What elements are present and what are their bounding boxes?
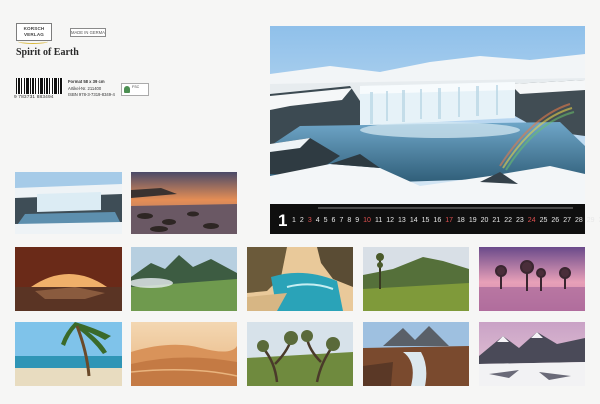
days-row: 1 2 3 4 5 6 7 8 9 10 11 12 13 14 15 16 17 18 19 20 21 22 23 24 2…	[292, 217, 600, 224]
calendar-day: 8	[347, 217, 352, 224]
month-number: 1	[278, 211, 288, 230]
thumbnail-lake-trees	[479, 247, 585, 311]
thumbnail-snowy-mountains	[479, 322, 585, 386]
logo-swoosh-icon	[18, 39, 48, 44]
calendar-day: 13	[398, 217, 406, 224]
thumbnail-mountain-stream	[363, 322, 469, 386]
calendar-day: 14	[409, 217, 418, 224]
thumbnail-rocky-beach-sunset	[131, 172, 237, 234]
calendar-day: 23	[516, 217, 524, 224]
calendar-day: 18	[457, 217, 465, 224]
calendar-day: 29	[586, 217, 595, 224]
logo-line2: VERLAG	[23, 31, 45, 37]
calendar-day: 16	[433, 217, 442, 224]
article-spec: Artikel-Nr. 211400	[68, 86, 102, 91]
calendar-day: 5	[323, 217, 328, 224]
fsc-tree-icon	[124, 86, 130, 93]
calendar-day: 7	[339, 217, 344, 224]
calendar-day: 22	[504, 217, 512, 224]
calendar-day: 1	[292, 217, 296, 224]
calendar-day: 11	[374, 217, 383, 224]
thumbnail-tree-valley	[363, 247, 469, 311]
calendar-day: 2	[299, 217, 304, 224]
calendar-day: 10	[363, 217, 371, 224]
barcode-number: 9 783731 883494	[14, 95, 54, 100]
thumbnail-cove-beach	[247, 247, 353, 311]
calendar-day: 12	[386, 217, 395, 224]
made-in-badge: MADE IN GERMANY	[70, 28, 106, 37]
calendar-day: 27	[563, 217, 571, 224]
calendar-day: 20	[480, 217, 489, 224]
barcode-icon	[16, 78, 63, 94]
calendar-day: 25	[539, 217, 548, 224]
calendar-day: 21	[492, 217, 501, 224]
calendar-day: 17	[445, 217, 454, 224]
fsc-label: FSC	[132, 85, 140, 89]
calendar-day: 24	[527, 217, 536, 224]
calendar-day: 9	[355, 217, 360, 224]
photo-caption-line	[318, 207, 573, 209]
thumbnail-arch-canyon	[15, 247, 122, 311]
calendar-day: 19	[468, 217, 477, 224]
calendar-day: 26	[551, 217, 560, 224]
thumbnail-waterfall	[15, 172, 122, 234]
product-title: Spirit of Earth	[16, 47, 79, 58]
fsc-badge: FSC	[121, 83, 149, 96]
calendar-day: 6	[331, 217, 336, 224]
calendar-day: 15	[421, 217, 430, 224]
calendar-day: 28	[574, 217, 583, 224]
thumbnail-palm-beach	[15, 322, 122, 386]
thumbnail-green-mountains	[131, 247, 237, 311]
format-spec: Format 58 x 39 cm	[68, 79, 105, 84]
isbn-spec: ISBN 978-3-7319-8349-4	[68, 92, 115, 97]
calendar-day: 4	[315, 217, 320, 224]
calendar-date-strip: 1 1 2 3 4 5 6 7 8 9 10 11 12 13 14 15 16 17 18 19 20 21 22 23 2…	[270, 204, 600, 234]
thumbnail-twisted-trees	[247, 322, 353, 386]
calendar-day: 3	[307, 217, 312, 224]
calendar-main-photo	[270, 26, 585, 204]
thumbnail-sand-dunes	[131, 322, 237, 386]
